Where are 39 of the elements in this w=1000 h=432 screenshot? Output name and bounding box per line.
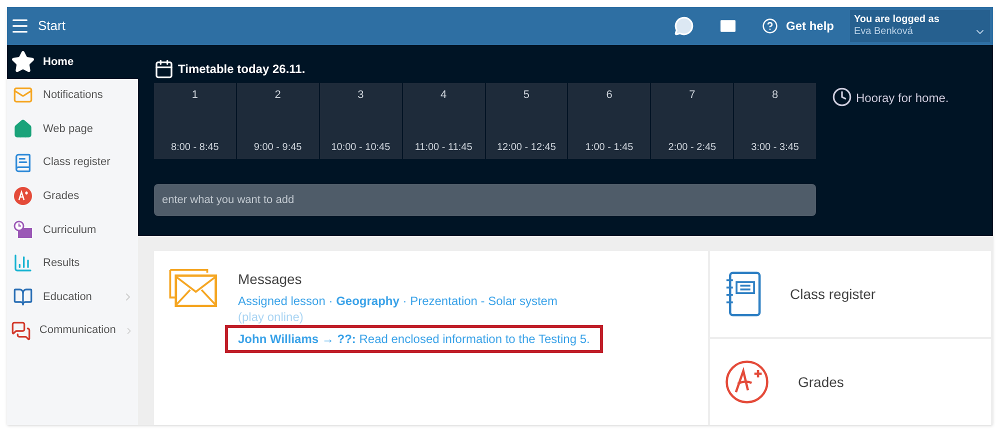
chat-icon[interactable]: [674, 16, 694, 36]
envelopes-icon: [168, 269, 218, 307]
lesson-slot[interactable]: 5 12:00 - 12:45: [486, 83, 568, 159]
clock-board-icon: [11, 220, 35, 240]
timetable-title: Timetable today 26.11.: [178, 61, 306, 78]
sidebar-item[interactable]: Grades: [7, 179, 138, 213]
sidebar-item[interactable]: Notifications: [7, 78, 138, 112]
star-icon: [11, 50, 35, 74]
add-input-field[interactable]: enter what you want to add: [154, 184, 816, 216]
notebook-icon: [724, 271, 762, 317]
sidebar-item[interactable]: Education: [7, 280, 138, 314]
grade-icon: [11, 186, 35, 206]
help-button[interactable]: Get help: [762, 17, 834, 35]
sidebar-item[interactable]: Communication: [7, 314, 138, 348]
lesson-slot[interactable]: 4 11:00 - 11:45: [402, 83, 484, 159]
book-icon: [11, 286, 35, 307]
messages-title: Messages: [238, 270, 303, 289]
lesson-slot[interactable]: 2 9:00 - 9:45: [236, 83, 319, 159]
tile-card[interactable]: Class register: [710, 251, 991, 337]
chat-bubbles-icon: [11, 320, 32, 341]
timetable-note: Hooray for home.: [856, 90, 949, 107]
lesson-slot[interactable]: 7 2:00 - 2:45: [651, 83, 734, 159]
sidebar-item[interactable]: Curriculum: [7, 212, 138, 247]
user-menu[interactable]: You are logged as Eva Benková: [850, 10, 990, 42]
lesson-slot[interactable]: 1 8:00 - 8:45: [154, 83, 236, 159]
sidebar-item[interactable]: Results: [7, 246, 138, 280]
help-icon: [762, 18, 778, 34]
sidebar-item[interactable]: Web page: [7, 112, 138, 146]
sidebar-item[interactable]: Home: [7, 45, 138, 79]
envelope-icon: [11, 85, 35, 106]
tile-card[interactable]: Grades: [710, 339, 991, 425]
app-title: Start: [38, 17, 66, 36]
lesson-slot[interactable]: 3 10:00 - 10:45: [320, 83, 402, 159]
grade-icon: [724, 359, 770, 405]
lesson-slot[interactable]: 8 3:00 - 3:45: [734, 83, 816, 159]
sidebar-item[interactable]: Class register: [7, 146, 138, 180]
clock-icon: [832, 87, 852, 107]
lesson-slot[interactable]: 6 1:00 - 1:45: [568, 83, 650, 159]
calendar-icon: [154, 59, 174, 79]
